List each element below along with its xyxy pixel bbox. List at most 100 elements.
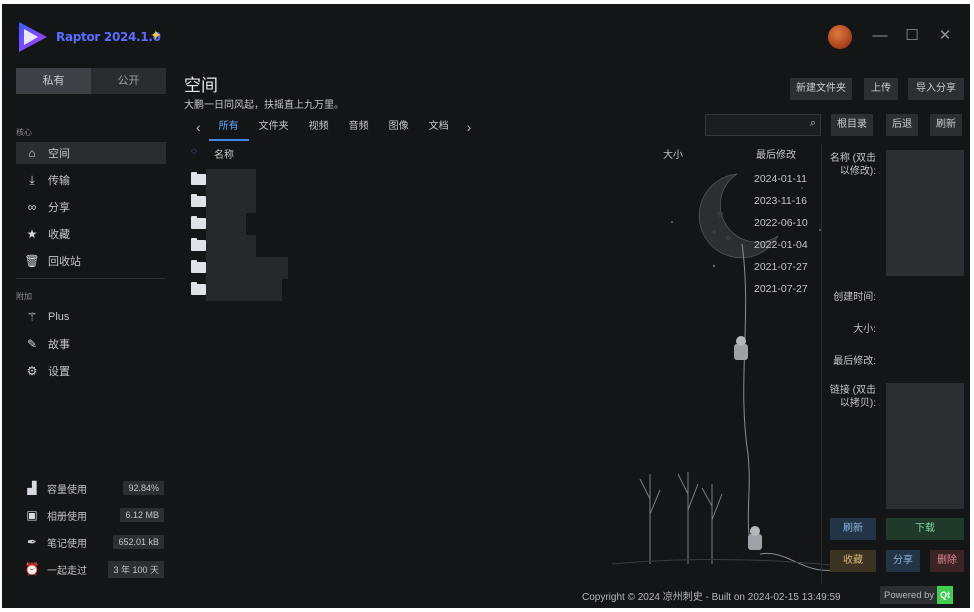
folder-icon — [191, 260, 206, 273]
table-row[interactable]: 2024-01-11 — [188, 169, 808, 191]
favorite-button[interactable]: 收藏 — [830, 550, 876, 572]
column-modified[interactable]: 最后修改 — [756, 146, 796, 161]
sidebar-item-share[interactable]: ∞ 分享 — [16, 196, 166, 218]
modified-date: 2022-06-10 — [754, 217, 808, 229]
sidebar-item-label: 故事 — [48, 339, 70, 351]
maximize-button[interactable]: ☐ — [902, 26, 922, 46]
tab-images[interactable]: 图像 — [379, 114, 419, 140]
stat-value: 3 年 100 天 — [108, 560, 164, 578]
private-tab[interactable]: 私有 — [16, 68, 91, 94]
group-label-core: 核心 — [16, 128, 32, 137]
image-icon: ▣ — [26, 508, 38, 522]
stat-together: ⏰ 一起走过 3 年 100 天 — [16, 558, 166, 580]
modified-date: 2021-07-27 — [754, 283, 808, 295]
sidebar-item-label: 回收站 — [48, 256, 81, 268]
sidebar-item-settings[interactable]: ⚙ 设置 — [16, 360, 166, 382]
root-dir-button[interactable]: 根目录 — [831, 114, 873, 136]
back-button[interactable]: 后退 — [886, 114, 918, 136]
refresh-spinner-icon: ◌ — [191, 146, 197, 157]
link-icon: ∞ — [27, 200, 37, 214]
tabs-scroll-left-icon[interactable]: ‹ — [188, 119, 209, 135]
tab-folders[interactable]: 文件夹 — [249, 114, 299, 140]
table-row[interactable]: 2023-11-16 — [188, 191, 808, 213]
upload-button[interactable]: 上传 — [864, 78, 898, 100]
redacted-name — [206, 257, 288, 279]
detail-refresh-button[interactable]: 刷新 — [830, 518, 876, 540]
bar-chart-icon: ▟ — [27, 481, 37, 495]
star-icon: ★ — [26, 227, 38, 241]
alarm-clock-icon: ⏰ — [24, 562, 40, 576]
minimize-button[interactable]: — — [870, 26, 890, 46]
tab-videos[interactable]: 视频 — [299, 114, 339, 140]
column-size[interactable]: 大小 — [663, 146, 683, 161]
sidebar-item-label: 分享 — [48, 202, 70, 214]
stat-album: ▣ 相册使用 6.12 MB — [16, 504, 166, 526]
raptor-logo-icon — [19, 22, 47, 52]
new-folder-button[interactable]: 新建文件夹 — [790, 78, 852, 100]
stat-value: 6.12 MB — [120, 508, 164, 522]
folder-icon — [191, 216, 206, 229]
sidebar-item-trash[interactable]: 🗑 回收站 — [16, 250, 166, 272]
search-input[interactable]: ⌕ — [705, 114, 821, 136]
table-row[interactable]: 2022-01-04 — [188, 235, 808, 257]
trash-icon: 🗑 — [24, 254, 40, 268]
import-share-button[interactable]: 导入分享 — [908, 78, 964, 100]
app-window: Raptor 2024.1.0 ✦ — ☐ ✕ 私有 公开 核心 ⌂ 空间 ⤓ … — [2, 4, 970, 608]
pen-icon: ✒ — [26, 535, 38, 549]
stat-capacity: ▟ 容量使用 92.84% — [16, 477, 166, 499]
tab-all[interactable]: 所有 — [208, 114, 249, 141]
stat-value: 652.01 kB — [113, 535, 164, 549]
delete-button[interactable]: 删除 — [930, 550, 964, 572]
column-name[interactable]: 名称 — [214, 146, 234, 161]
redacted-name — [206, 191, 256, 213]
table-row[interactable]: 2021-07-27 — [188, 279, 808, 301]
modified-date: 2022-01-04 — [754, 239, 808, 251]
share-button[interactable]: 分享 — [886, 550, 920, 572]
refresh-button[interactable]: 刷新 — [930, 114, 962, 136]
sparkle-icon[interactable]: ✦ — [150, 27, 162, 44]
table-row[interactable]: 2021-07-27 — [188, 257, 808, 279]
sidebar-item-plus[interactable]: ⚚ Plus — [16, 306, 166, 328]
sidebar-item-label: Plus — [48, 311, 70, 323]
folder-icon — [191, 282, 206, 295]
sidebar-item-label: 传输 — [48, 175, 70, 187]
home-icon: ⌂ — [28, 146, 36, 160]
group-label-extra: 附加 — [16, 292, 32, 301]
folder-icon — [191, 238, 206, 251]
sidebar-divider — [16, 278, 166, 279]
redacted-name — [206, 169, 256, 191]
magic-wand-icon: ⚚ — [26, 310, 38, 324]
sidebar-item-favorites[interactable]: ★ 收藏 — [16, 223, 166, 245]
redacted-name — [206, 279, 282, 301]
stat-value: 92.84% — [123, 481, 164, 495]
tab-audio[interactable]: 音频 — [339, 114, 379, 140]
page-subtitle: 大鹏一日同风起，扶摇直上九万里。 — [184, 100, 344, 111]
footer-copyright: Copyright © 2024 凉州刺史 - Built on 2024-02… — [582, 592, 841, 603]
detail-name-label: 名称 (双击以修改): — [829, 153, 876, 177]
download-icon: ⤓ — [29, 172, 35, 187]
search-icon[interactable]: ⌕ — [810, 117, 816, 130]
qt-logo-icon: Qt — [937, 586, 954, 604]
table-row[interactable]: 2022-06-10 — [188, 213, 808, 235]
filter-tabs: ‹ 所有 文件夹 视频 音频 图像 文档 › — [188, 114, 480, 141]
close-button[interactable]: ✕ — [935, 26, 955, 46]
avatar[interactable] — [828, 25, 852, 49]
detail-link-field[interactable] — [886, 383, 964, 509]
tab-documents[interactable]: 文档 — [419, 114, 459, 140]
public-tab[interactable]: 公开 — [91, 68, 166, 94]
sidebar-item-space[interactable]: ⌂ 空间 — [16, 142, 166, 164]
detail-name-field[interactable] — [886, 150, 964, 276]
sidebar-item-stories[interactable]: ✎ 故事 — [16, 333, 166, 355]
panel-divider — [821, 144, 822, 584]
gear-icon: ⚙ — [26, 364, 38, 378]
download-button[interactable]: 下载 — [886, 518, 964, 540]
page-title: 空间 — [184, 76, 218, 95]
sidebar-item-label: 设置 — [48, 366, 70, 378]
sidebar-item-label: 空间 — [48, 148, 70, 160]
modified-date: 2023-11-16 — [754, 195, 807, 207]
detail-size-label: 大小: — [853, 324, 876, 335]
tabs-scroll-right-icon[interactable]: › — [459, 119, 480, 135]
sidebar-item-label: 收藏 — [48, 229, 70, 241]
sidebar-item-transfer[interactable]: ⤓ 传输 — [16, 169, 166, 191]
folder-icon — [191, 194, 206, 207]
